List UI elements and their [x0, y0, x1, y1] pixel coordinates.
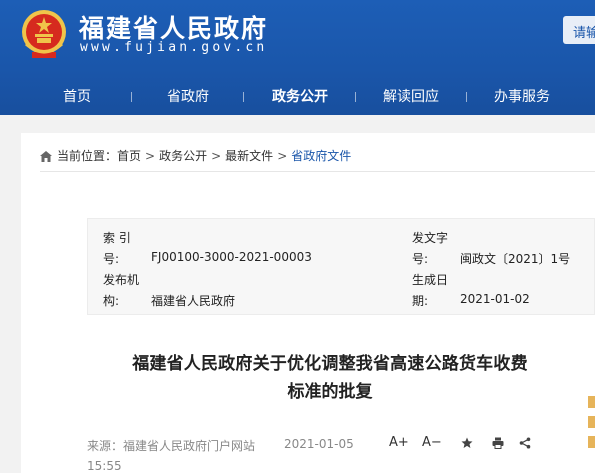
breadcrumb-gov-affairs[interactable]: 政务公开 — [159, 149, 207, 163]
side-panel-mark — [588, 436, 595, 448]
publish-date: 2021-01-05 — [284, 437, 354, 451]
national-emblem-icon[interactable] — [20, 8, 68, 60]
nav-divider — [466, 92, 467, 102]
breadcrumb-home[interactable]: 首页 — [117, 149, 141, 163]
nav-item-government[interactable]: 省政府 — [167, 86, 209, 106]
meta-index-label: 索 引 — [103, 231, 131, 245]
meta-issuer-label-cont: 构: — [103, 294, 120, 308]
font-increase-button[interactable]: A+ — [389, 435, 409, 450]
document-title-line-2: 标准的批复 — [287, 382, 373, 402]
breadcrumb-separator: > — [211, 149, 222, 163]
site-header: 福建省人民政府 www.fujian.gov.cn 请输 首页 省政府 政务公开… — [0, 0, 595, 115]
font-decrease-button[interactable]: A− — [422, 435, 442, 450]
meta-docno-label: 发文字 — [412, 231, 449, 245]
nav-divider — [355, 92, 356, 102]
nav-item-home[interactable]: 首页 — [63, 86, 91, 106]
side-panel-mark — [588, 416, 595, 428]
nav-item-interpretation[interactable]: 解读回应 — [383, 86, 439, 106]
publish-time: 15:55 — [87, 459, 122, 473]
meta-date-label-cont: 期: — [412, 294, 429, 308]
breadcrumb-divider — [40, 171, 595, 172]
meta-docno-value: 闽政文〔2021〕1号 — [460, 252, 571, 266]
favorite-star-icon[interactable] — [461, 437, 473, 449]
nav-divider — [131, 92, 132, 102]
nav-item-gov-affairs[interactable]: 政务公开 — [272, 86, 328, 106]
breadcrumb-separator: > — [277, 149, 288, 163]
article-panel: 当前位置：首页 > 政务公开 > 最新文件 > 省政府文件 索 引 号: FJ00100-3… — [21, 133, 595, 473]
meta-issuer-label: 发布机 — [103, 273, 140, 287]
meta-date-value: 2021-01-02 — [460, 292, 530, 306]
source-label: 来源：福建省人民政府门户网站 — [87, 439, 256, 453]
home-icon — [40, 151, 52, 162]
meta-issuer-value: 福建省人民政府 — [151, 294, 236, 308]
source-bar: 来源：福建省人民政府门户网站 2021-01-05 15:55 A+ A− — [87, 430, 595, 473]
meta-index-label-cont: 号: — [103, 252, 120, 266]
share-icon[interactable] — [519, 437, 531, 449]
main-nav: 首页 省政府 政务公开 解读回应 办事服务 — [0, 78, 595, 114]
breadcrumb-separator: > — [145, 149, 156, 163]
nav-item-services[interactable]: 办事服务 — [494, 86, 550, 106]
meta-docno-label-cont: 号: — [412, 252, 429, 266]
breadcrumb-gov-files[interactable]: 省政府文件 — [291, 149, 351, 163]
side-panel-edge — [588, 392, 595, 473]
breadcrumb: 当前位置：首页 > 政务公开 > 最新文件 > 省政府文件 — [40, 147, 351, 164]
site-url: www.fujian.gov.cn — [80, 40, 268, 55]
meta-date-label: 生成日 — [412, 273, 449, 287]
document-title: 福建省人民政府关于优化调整我省高速公路货车收费 标准的批复 — [87, 350, 573, 406]
breadcrumb-prefix: 当前位置： — [57, 149, 118, 163]
document-title-line-1: 福建省人民政府关于优化调整我省高速公路货车收费 — [132, 354, 528, 374]
breadcrumb-latest-files[interactable]: 最新文件 — [225, 149, 273, 163]
side-panel-mark — [588, 396, 595, 408]
meta-index-value: FJ00100-3000-2021-00003 — [151, 250, 312, 264]
search-button[interactable]: 请输 — [563, 16, 595, 44]
print-icon[interactable] — [492, 437, 504, 449]
nav-divider — [243, 92, 244, 102]
